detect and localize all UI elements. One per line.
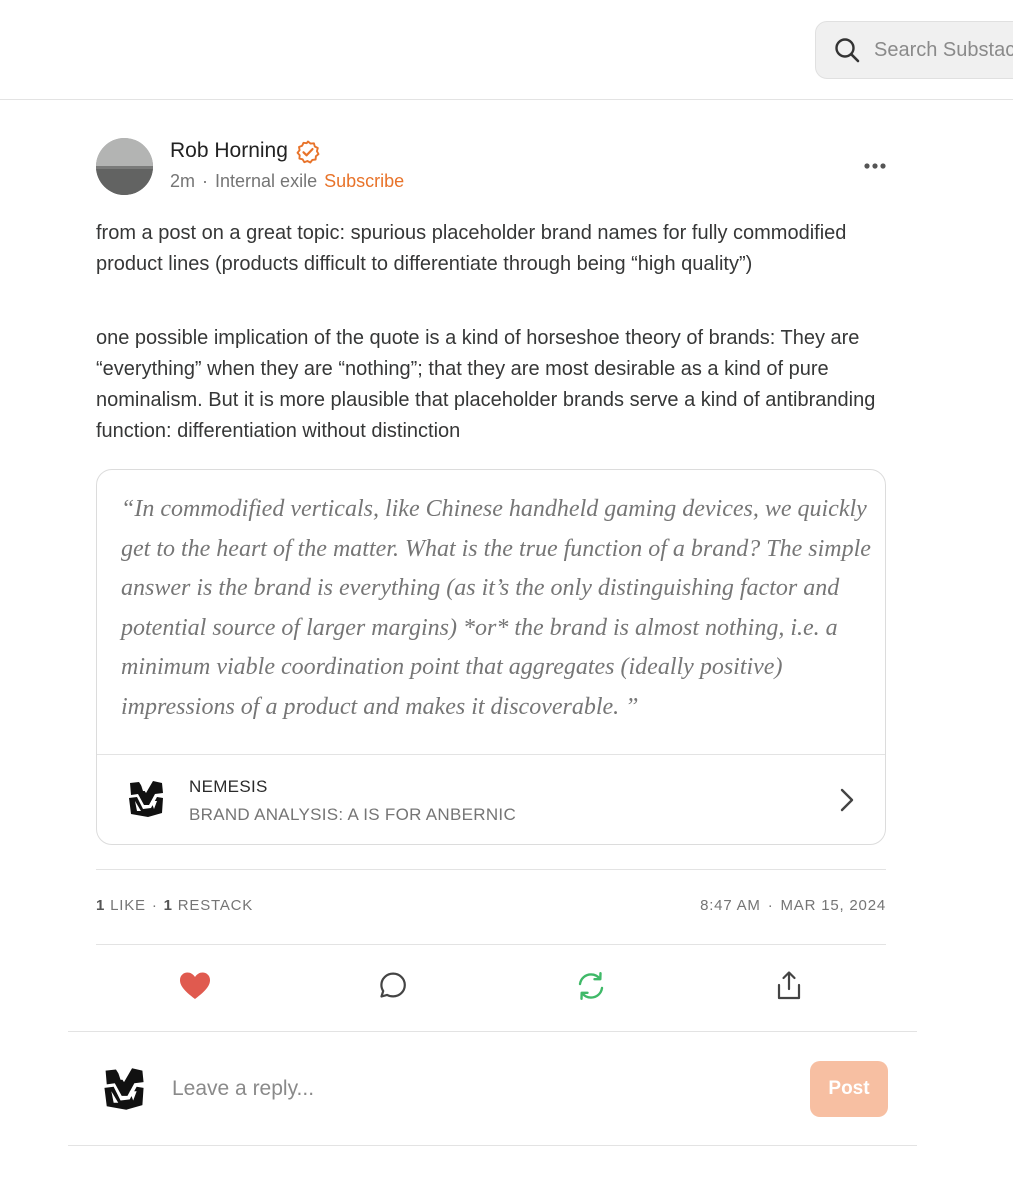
top-bar <box>0 0 1013 100</box>
quote-text: “In commodified verticals, like Chinese … <box>121 496 871 720</box>
quote-source-link[interactable]: NEMESIS BRAND ANALYSIS: A IS FOR ANBERNI… <box>97 755 885 844</box>
quote-source-title: BRAND ANALYSIS: A IS FOR ANBERNIC <box>189 805 517 824</box>
author-avatar[interactable] <box>96 138 153 195</box>
restacks-count: 1 <box>163 897 173 914</box>
share-icon <box>777 971 801 1000</box>
reply-input[interactable] <box>172 1068 772 1110</box>
avatar-image <box>96 138 153 195</box>
divider <box>68 1145 917 1146</box>
divider <box>68 1031 917 1032</box>
more-options-icon[interactable] <box>860 156 890 176</box>
heart-icon <box>180 972 210 999</box>
post-time-of-day: 8:47 AM <box>700 897 761 914</box>
nemesis-logo-icon <box>129 781 163 817</box>
comment-button[interactable] <box>375 968 411 1004</box>
user-avatar-nemesis-logo-icon <box>104 1068 144 1110</box>
comment-icon <box>380 972 406 998</box>
restacks-label: RESTACK <box>177 897 254 914</box>
quote-source-name: NEMESIS <box>189 777 268 796</box>
stats-separator: · <box>151 897 158 914</box>
likes-count: 1 <box>96 897 106 914</box>
quote-card[interactable]: “In commodified verticals, like Chinese … <box>96 469 886 845</box>
post-timestamp: 8:47 AM · MAR 15, 2024 <box>700 897 886 914</box>
divider <box>96 869 886 870</box>
like-button[interactable] <box>177 968 213 1004</box>
restack-button[interactable] <box>573 968 609 1004</box>
chevron-right-icon <box>840 788 854 812</box>
restack-icon <box>578 971 604 1000</box>
timestamp-separator: · <box>767 897 774 914</box>
post-date: MAR 15, 2024 <box>780 897 886 914</box>
verified-badge-icon <box>296 140 320 164</box>
post-paragraph: from a post on a great topic: spurious p… <box>96 222 847 275</box>
post-paragraph: one possible implication of the quote is… <box>96 327 876 442</box>
meta-separator: · <box>202 171 209 191</box>
likes-label: LIKE <box>110 897 146 914</box>
author-name[interactable]: Rob Horning <box>170 139 288 163</box>
engagement-stats[interactable]: 1 LIKE · 1 RESTACK <box>96 897 253 914</box>
search-icon <box>835 38 860 63</box>
share-button[interactable] <box>771 968 807 1004</box>
search-input[interactable] <box>874 22 1013 78</box>
search-box[interactable] <box>815 21 1013 79</box>
divider <box>96 944 886 945</box>
post-reply-button[interactable]: Post <box>810 1061 888 1117</box>
subscribe-button[interactable]: Subscribe <box>324 171 404 191</box>
post-meta: 2m · Internal exile Subscribe <box>170 171 404 192</box>
publication-name[interactable]: Internal exile <box>215 171 317 191</box>
post-time: 2m <box>170 171 196 191</box>
